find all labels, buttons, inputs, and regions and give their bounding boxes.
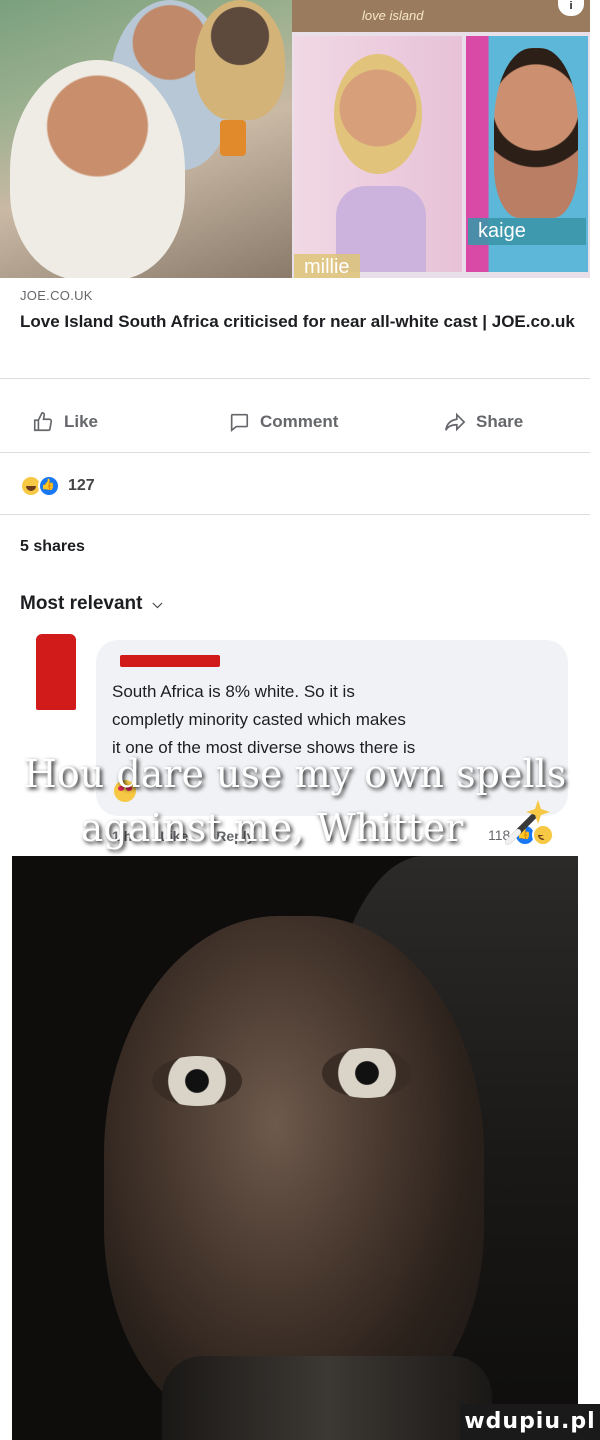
drink-glass (220, 120, 246, 156)
eye-shape (322, 1048, 412, 1098)
contestant-name-tag: kaige (468, 218, 586, 245)
show-logo: love island (362, 8, 424, 23)
share-label: Share (476, 412, 524, 431)
share-button[interactable]: Share (444, 404, 523, 440)
magic-wand-icon (505, 800, 553, 845)
watermark-logo: wdupiu.pl (460, 1404, 600, 1440)
contestant-cards: love island i millie kaige (292, 0, 590, 278)
cast-group-photo (0, 0, 292, 278)
meme-caption-line-2: against me, Whitter (80, 806, 464, 850)
show-banner: love island (292, 0, 590, 32)
chevron-down-icon: ⌵ (152, 596, 163, 611)
divider (0, 452, 590, 453)
divider (0, 514, 590, 515)
contestant-face (494, 48, 578, 218)
link-meta[interactable]: JOE.CO.UK Love Island South Africa criti… (20, 288, 580, 333)
comment-text-line: South Africa is 8% white. So it is (112, 682, 355, 701)
like-button[interactable]: Like (32, 404, 98, 440)
thumbs-up-icon (33, 412, 53, 432)
like-label: Like (64, 412, 99, 431)
avatar[interactable] (36, 634, 76, 710)
share-icon (445, 412, 466, 432)
reaction-summary[interactable]: 127 (20, 474, 95, 498)
sort-label: Most relevant (20, 593, 143, 614)
redacted-commenter-name (120, 655, 220, 667)
share-count[interactable]: 5 shares (20, 538, 85, 556)
like-reaction-icon (38, 475, 60, 497)
comment-button[interactable]: Comment (228, 404, 338, 440)
person-figure (195, 0, 285, 120)
contestant-card-left: millie (294, 36, 462, 278)
link-preview-image[interactable]: love island i millie kaige (0, 0, 590, 278)
divider (0, 378, 590, 379)
meme-caption-line-1: Hou dare use my own spells (23, 752, 567, 796)
link-headline[interactable]: Love Island South Africa criticised for … (20, 311, 580, 333)
comment-icon (230, 413, 249, 432)
comment-text-line: completly minority casted which makes (112, 710, 406, 729)
comment-sort-dropdown[interactable]: Most relevant ⌵ (20, 593, 162, 615)
contestant-face (334, 54, 422, 174)
collar-shape (162, 1356, 492, 1440)
comment-label: Comment (260, 412, 339, 431)
reaction-count: 127 (68, 477, 95, 494)
eye-shape (152, 1056, 242, 1106)
link-domain: JOE.CO.UK (20, 288, 93, 303)
contestant-name-tag: millie (294, 254, 360, 278)
person-figure (10, 60, 185, 278)
meme-image (12, 856, 578, 1440)
action-bar: Like Comment Share (0, 404, 590, 440)
